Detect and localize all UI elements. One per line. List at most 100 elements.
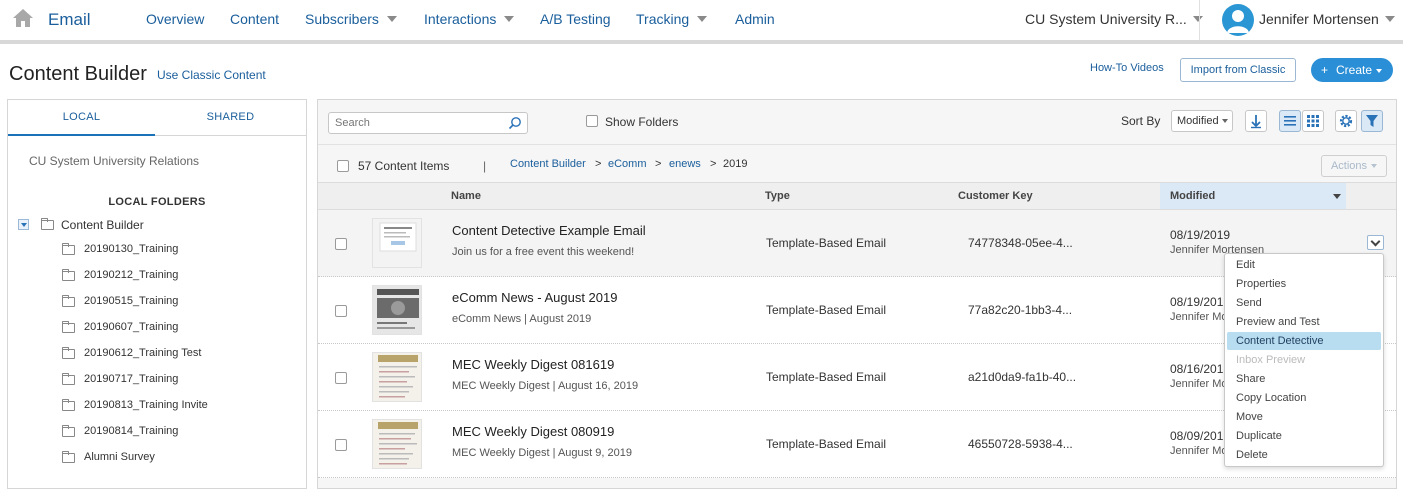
folder-icon: [62, 399, 75, 411]
breadcrumb-content-builder[interactable]: Content Builder: [510, 158, 586, 170]
folder-label: 20190212_Training: [84, 269, 179, 281]
chevron-down-icon: [386, 16, 397, 23]
menu-item-duplicate[interactable]: Duplicate: [1227, 427, 1381, 445]
menu-item-content-detective[interactable]: Content Detective: [1227, 332, 1381, 350]
nav-content[interactable]: Content: [230, 11, 279, 27]
tab-shared[interactable]: SHARED: [155, 100, 306, 136]
content-name[interactable]: eComm News - August 2019: [452, 290, 617, 305]
content-name[interactable]: MEC Weekly Digest 080919: [452, 424, 614, 439]
modified-date: 08/19/201: [1170, 295, 1224, 309]
search-icon[interactable]: [508, 116, 522, 130]
modified-by: Jennifer Mo: [1170, 311, 1228, 323]
menu-item-share[interactable]: Share: [1227, 370, 1381, 388]
breadcrumb-enews[interactable]: enews: [669, 158, 701, 170]
nav-admin[interactable]: Admin: [735, 11, 775, 27]
grid-view-icon: [1307, 115, 1319, 127]
content-subject: eComm News | August 2019: [452, 313, 592, 325]
sort-by-select[interactable]: Modified: [1171, 110, 1233, 132]
content-subject: MEC Weekly Digest | August 16, 2019: [452, 380, 639, 392]
folder-label: 20190717_Training: [84, 373, 179, 385]
content-name[interactable]: MEC Weekly Digest 081619: [452, 357, 614, 372]
folder-icon: [62, 243, 75, 255]
chevron-down-icon: [697, 16, 708, 23]
email-thumbnail: [372, 352, 422, 402]
nav-ab-testing[interactable]: A/B Testing: [540, 11, 611, 27]
tab-local[interactable]: LOCAL: [8, 100, 155, 136]
nav-tracking[interactable]: Tracking: [636, 11, 708, 27]
column-header-name[interactable]: Name: [451, 190, 481, 202]
menu-item-properties[interactable]: Properties: [1227, 275, 1381, 293]
content-subject: Join us for a free event this weekend!: [452, 246, 635, 258]
nav-interactions[interactable]: Interactions: [424, 11, 515, 27]
filter-button[interactable]: [1361, 110, 1383, 132]
content-name[interactable]: Content Detective Example Email: [452, 223, 646, 238]
folder-label: Alumni Survey: [84, 451, 155, 463]
show-folders-checkbox[interactable]: [586, 115, 598, 127]
row-checkbox[interactable]: [335, 372, 347, 384]
folder-list: 20190130_Training 20190212_Training 2019…: [62, 242, 302, 482]
modified-date: 08/09/201: [1170, 429, 1224, 443]
create-button[interactable]: + Create: [1311, 58, 1393, 82]
nav-overview[interactable]: Overview: [146, 11, 204, 27]
column-header-modified[interactable]: Modified: [1170, 190, 1215, 202]
list-view-button[interactable]: [1279, 110, 1301, 132]
user-menu[interactable]: Jennifer Mortensen: [1259, 11, 1395, 27]
folder-icon: [62, 451, 75, 463]
use-classic-content-link[interactable]: Use Classic Content: [157, 68, 266, 82]
row-checkbox[interactable]: [335, 238, 347, 250]
menu-item-preview-and-test[interactable]: Preview and Test: [1227, 313, 1381, 331]
folder-icon: [62, 321, 75, 333]
breadcrumb-separator: >: [710, 158, 717, 170]
folder-label: 20190612_Training Test: [84, 347, 202, 359]
column-header-customer-key[interactable]: Customer Key: [958, 190, 1033, 202]
toolbar-separator: [318, 144, 1396, 145]
how-to-videos-link[interactable]: How-To Videos: [1090, 62, 1164, 74]
nav-interactions-label: Interactions: [424, 11, 497, 27]
nav-subscribers[interactable]: Subscribers: [305, 11, 397, 27]
email-thumbnail: [372, 419, 422, 469]
search-input[interactable]: [329, 113, 499, 133]
email-thumbnail: [372, 218, 422, 268]
menu-item-edit[interactable]: Edit: [1227, 256, 1381, 274]
filter-icon: [1366, 115, 1378, 127]
sort-direction-button[interactable]: [1245, 110, 1267, 132]
content-items-count: 57 Content Items: [358, 159, 450, 173]
search-field[interactable]: [328, 112, 528, 134]
user-name: Jennifer Mortensen: [1259, 11, 1379, 27]
collapse-toggle-icon[interactable]: [18, 219, 29, 230]
home-icon[interactable]: [12, 8, 34, 28]
app-name[interactable]: Email: [48, 10, 91, 30]
grid-view-button[interactable]: [1302, 110, 1324, 132]
breadcrumb-separator: >: [655, 158, 662, 170]
row-menu-button[interactable]: [1367, 235, 1384, 250]
business-unit-selector[interactable]: CU System University R...: [1025, 11, 1203, 27]
folder-sidebar: LOCAL SHARED CU System University Relati…: [7, 99, 307, 489]
sort-descending-icon[interactable]: [1333, 194, 1341, 199]
user-avatar-icon[interactable]: [1222, 4, 1254, 36]
row-checkbox[interactable]: [335, 439, 347, 451]
content-type: Template-Based Email: [766, 236, 887, 250]
divider-pipe: |: [483, 159, 487, 173]
nav-shadow: [0, 40, 1403, 44]
sidebar-business-unit: CU System University Relations: [29, 154, 200, 168]
content-type: Template-Based Email: [766, 370, 887, 384]
chevron-down-icon: [1192, 16, 1203, 23]
menu-item-send[interactable]: Send: [1227, 294, 1381, 312]
select-all-checkbox[interactable]: [337, 160, 349, 172]
sort-by-value: Modified: [1177, 115, 1219, 127]
gear-icon: [1339, 114, 1353, 128]
column-header-type[interactable]: Type: [765, 190, 790, 202]
breadcrumb-ecomm[interactable]: eComm: [608, 158, 647, 170]
actions-button[interactable]: Actions: [1321, 155, 1387, 177]
menu-item-move[interactable]: Move: [1227, 408, 1381, 426]
menu-item-delete[interactable]: Delete: [1227, 446, 1381, 464]
content-type: Template-Based Email: [766, 437, 887, 451]
settings-button[interactable]: [1335, 110, 1357, 132]
row-checkbox[interactable]: [335, 305, 347, 317]
folder-icon: [62, 373, 75, 385]
chevron-down-icon: [1376, 68, 1383, 73]
content-subject: MEC Weekly Digest | August 9, 2019: [452, 447, 632, 459]
menu-item-copy-location[interactable]: Copy Location: [1227, 389, 1381, 407]
email-thumbnail: [372, 285, 422, 335]
import-from-classic-button[interactable]: Import from Classic: [1180, 58, 1296, 82]
